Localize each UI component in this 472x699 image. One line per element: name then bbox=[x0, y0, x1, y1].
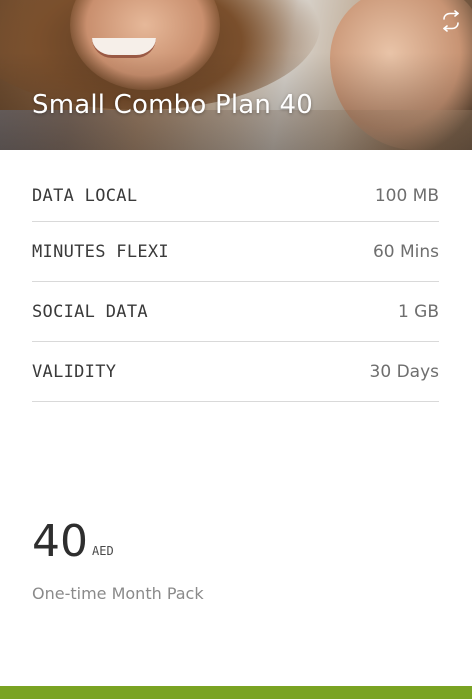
price-amount: 40 bbox=[32, 516, 88, 567]
feature-value: 1 GB bbox=[397, 301, 439, 322]
feature-value: 30 Days bbox=[369, 361, 439, 382]
price-description: One-time Month Pack bbox=[32, 584, 204, 603]
feature-label: SOCIAL DATA bbox=[32, 301, 148, 322]
feature-row-social-data: SOCIAL DATA 1 GB bbox=[32, 282, 439, 342]
swap-arrows-icon bbox=[443, 10, 459, 32]
feature-label: MINUTES FLEXI bbox=[32, 241, 169, 262]
feature-label: VALIDITY bbox=[32, 361, 117, 382]
plan-price: 40 AED bbox=[32, 518, 114, 566]
plan-hero-image: Small Combo Plan 40 bbox=[0, 0, 472, 150]
feature-label: DATA LOCAL bbox=[32, 185, 138, 206]
feature-value: 100 MB bbox=[374, 185, 439, 206]
plan-features-list: DATA LOCAL 100 MB MINUTES FLEXI 60 Mins … bbox=[32, 170, 439, 402]
feature-row-validity: VALIDITY 30 Days bbox=[32, 342, 439, 402]
feature-row-minutes-flexi: MINUTES FLEXI 60 Mins bbox=[32, 222, 439, 282]
feature-row-data-local: DATA LOCAL 100 MB bbox=[32, 170, 439, 222]
plan-card: Small Combo Plan 40 DATA LOCAL 100 MB MI… bbox=[0, 0, 472, 699]
flip-card-button[interactable] bbox=[438, 8, 464, 34]
feature-value: 60 Mins bbox=[372, 241, 439, 262]
hero-shade-overlay bbox=[0, 0, 472, 150]
accent-bottom-bar bbox=[0, 686, 472, 699]
price-currency: AED bbox=[92, 544, 114, 558]
plan-title: Small Combo Plan 40 bbox=[32, 90, 314, 120]
